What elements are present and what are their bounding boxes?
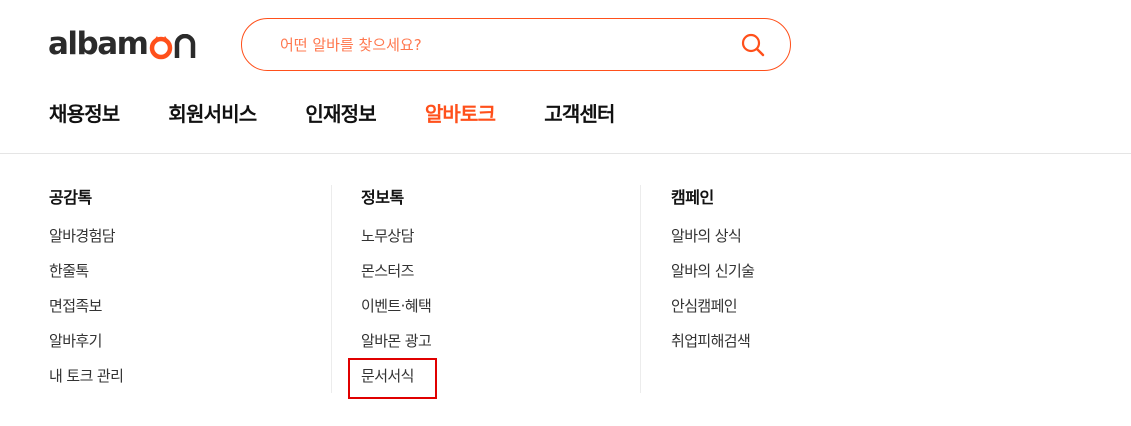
menu-column-campaign: 캠페인 알바의 상식 알바의 신기술 안심캠페인 취업피해검색 — [640, 185, 930, 393]
menu-item-events-benefits[interactable]: 이벤트·혜택 — [361, 289, 621, 324]
menu-item-alba-common-sense[interactable]: 알바의 상식 — [671, 219, 930, 254]
nav-item-talent[interactable]: 인재정보 — [305, 98, 376, 127]
search-icon — [741, 33, 765, 56]
main-nav: 채용정보 회원서비스 인재정보 알바토크 고객센터 — [49, 98, 664, 127]
logo-text: albam — [48, 26, 149, 62]
albatalk-dropdown-menu: 공감톡 알바경험담 한줄톡 면접족보 알바후기 내 토크 관리 정보톡 노무상담… — [0, 155, 1131, 426]
menu-item-labor-consult[interactable]: 노무상담 — [361, 219, 621, 254]
menu-list: 노무상담 몬스터즈 이벤트·혜택 알바몬 광고 문서서식 — [361, 219, 621, 394]
menu-column-empathy-talk: 공감톡 알바경험담 한줄톡 면접족보 알바후기 내 토크 관리 — [49, 185, 339, 393]
nav-item-member-service[interactable]: 회원서비스 — [168, 98, 257, 127]
nav-item-customer-center[interactable]: 고객센터 — [544, 98, 615, 127]
menu-list: 알바의 상식 알바의 신기술 안심캠페인 취업피해검색 — [671, 219, 930, 359]
search-box — [241, 18, 791, 71]
menu-column-info-talk: 정보톡 노무상담 몬스터즈 이벤트·혜택 알바몬 광고 문서서식 — [331, 185, 621, 393]
albamon-logo[interactable]: albam — [48, 22, 196, 66]
search-input[interactable] — [242, 19, 738, 70]
menu-item-my-talk[interactable]: 내 토크 관리 — [49, 359, 339, 394]
nav-item-jobs[interactable]: 채용정보 — [49, 98, 120, 127]
menu-item-monsters[interactable]: 몬스터즈 — [361, 254, 621, 289]
menu-item-oneline-talk[interactable]: 한줄톡 — [49, 254, 339, 289]
menu-column-title: 정보톡 — [361, 188, 404, 207]
search-button[interactable] — [738, 30, 768, 60]
header: albam 채용정보 회원서비스 인재정보 알바토크 고객센터 — [0, 0, 1131, 154]
menu-item-safety-campaign[interactable]: 안심캠페인 — [671, 289, 930, 324]
menu-item-interview-tips[interactable]: 면접족보 — [49, 289, 339, 324]
menu-item-damage-search[interactable]: 취업피해검색 — [671, 324, 930, 359]
logo-mark-icon — [150, 36, 173, 60]
menu-item-experience[interactable]: 알바경험담 — [49, 219, 339, 254]
menu-column-title: 공감톡 — [49, 188, 92, 207]
menu-item-alba-new-skills[interactable]: 알바의 신기술 — [671, 254, 930, 289]
menu-item-document-forms[interactable]: 문서서식 — [361, 359, 621, 394]
logo-n-icon — [175, 34, 196, 58]
menu-list: 알바경험담 한줄톡 면접족보 알바후기 내 토크 관리 — [49, 219, 339, 394]
menu-item-reviews[interactable]: 알바후기 — [49, 324, 339, 359]
nav-item-albatalk[interactable]: 알바토크 — [425, 98, 496, 127]
menu-column-title: 캠페인 — [671, 188, 714, 207]
menu-item-albamon-ads[interactable]: 알바몬 광고 — [361, 324, 621, 359]
